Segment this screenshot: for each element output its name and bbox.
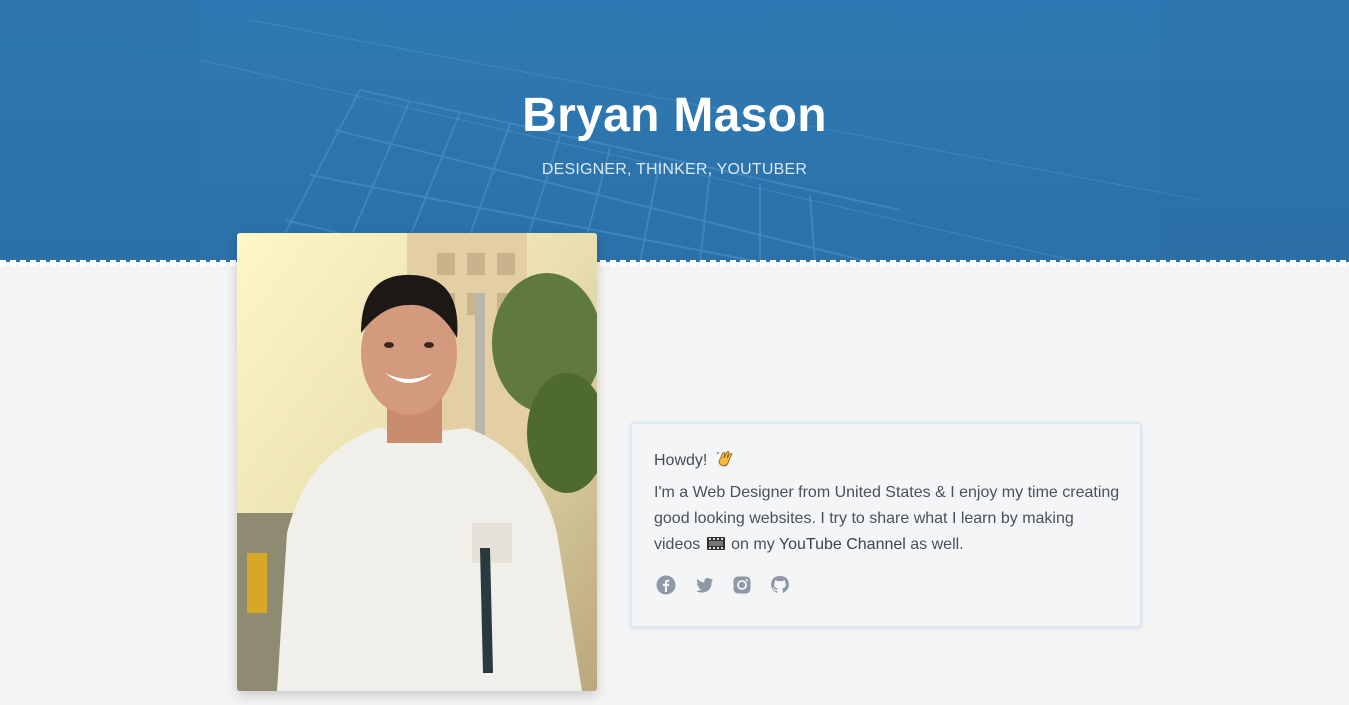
youtube-channel-link[interactable]: YouTube Channel [779,536,906,553]
github-icon[interactable] [770,575,790,595]
bio-text: I'm a Web Designer from United States & … [654,480,1124,558]
instagram-icon[interactable] [732,575,752,595]
social-links [656,575,790,595]
dashed-divider [0,260,1349,266]
waving-hand-icon [716,451,733,467]
twitter-icon[interactable] [694,575,714,595]
hero-banner: Bryan Mason DESIGNER, THINKER, YOUTUBER [0,0,1349,262]
bio-part2: on my [731,536,775,553]
profile-photo [237,233,597,691]
hero-tagline: DESIGNER, THINKER, YOUTUBER [541,161,808,178]
film-icon [706,537,725,550]
greeting: Howdy! [654,450,734,470]
facebook-icon[interactable] [656,575,676,595]
about-card: Howdy! I'm a Web Designer from United St… [630,422,1142,628]
bio-part3: as well. [910,536,964,553]
hero-name: Bryan Mason [522,89,827,142]
profile-photo-illustration [237,233,597,691]
greeting-text: Howdy! [654,452,708,469]
